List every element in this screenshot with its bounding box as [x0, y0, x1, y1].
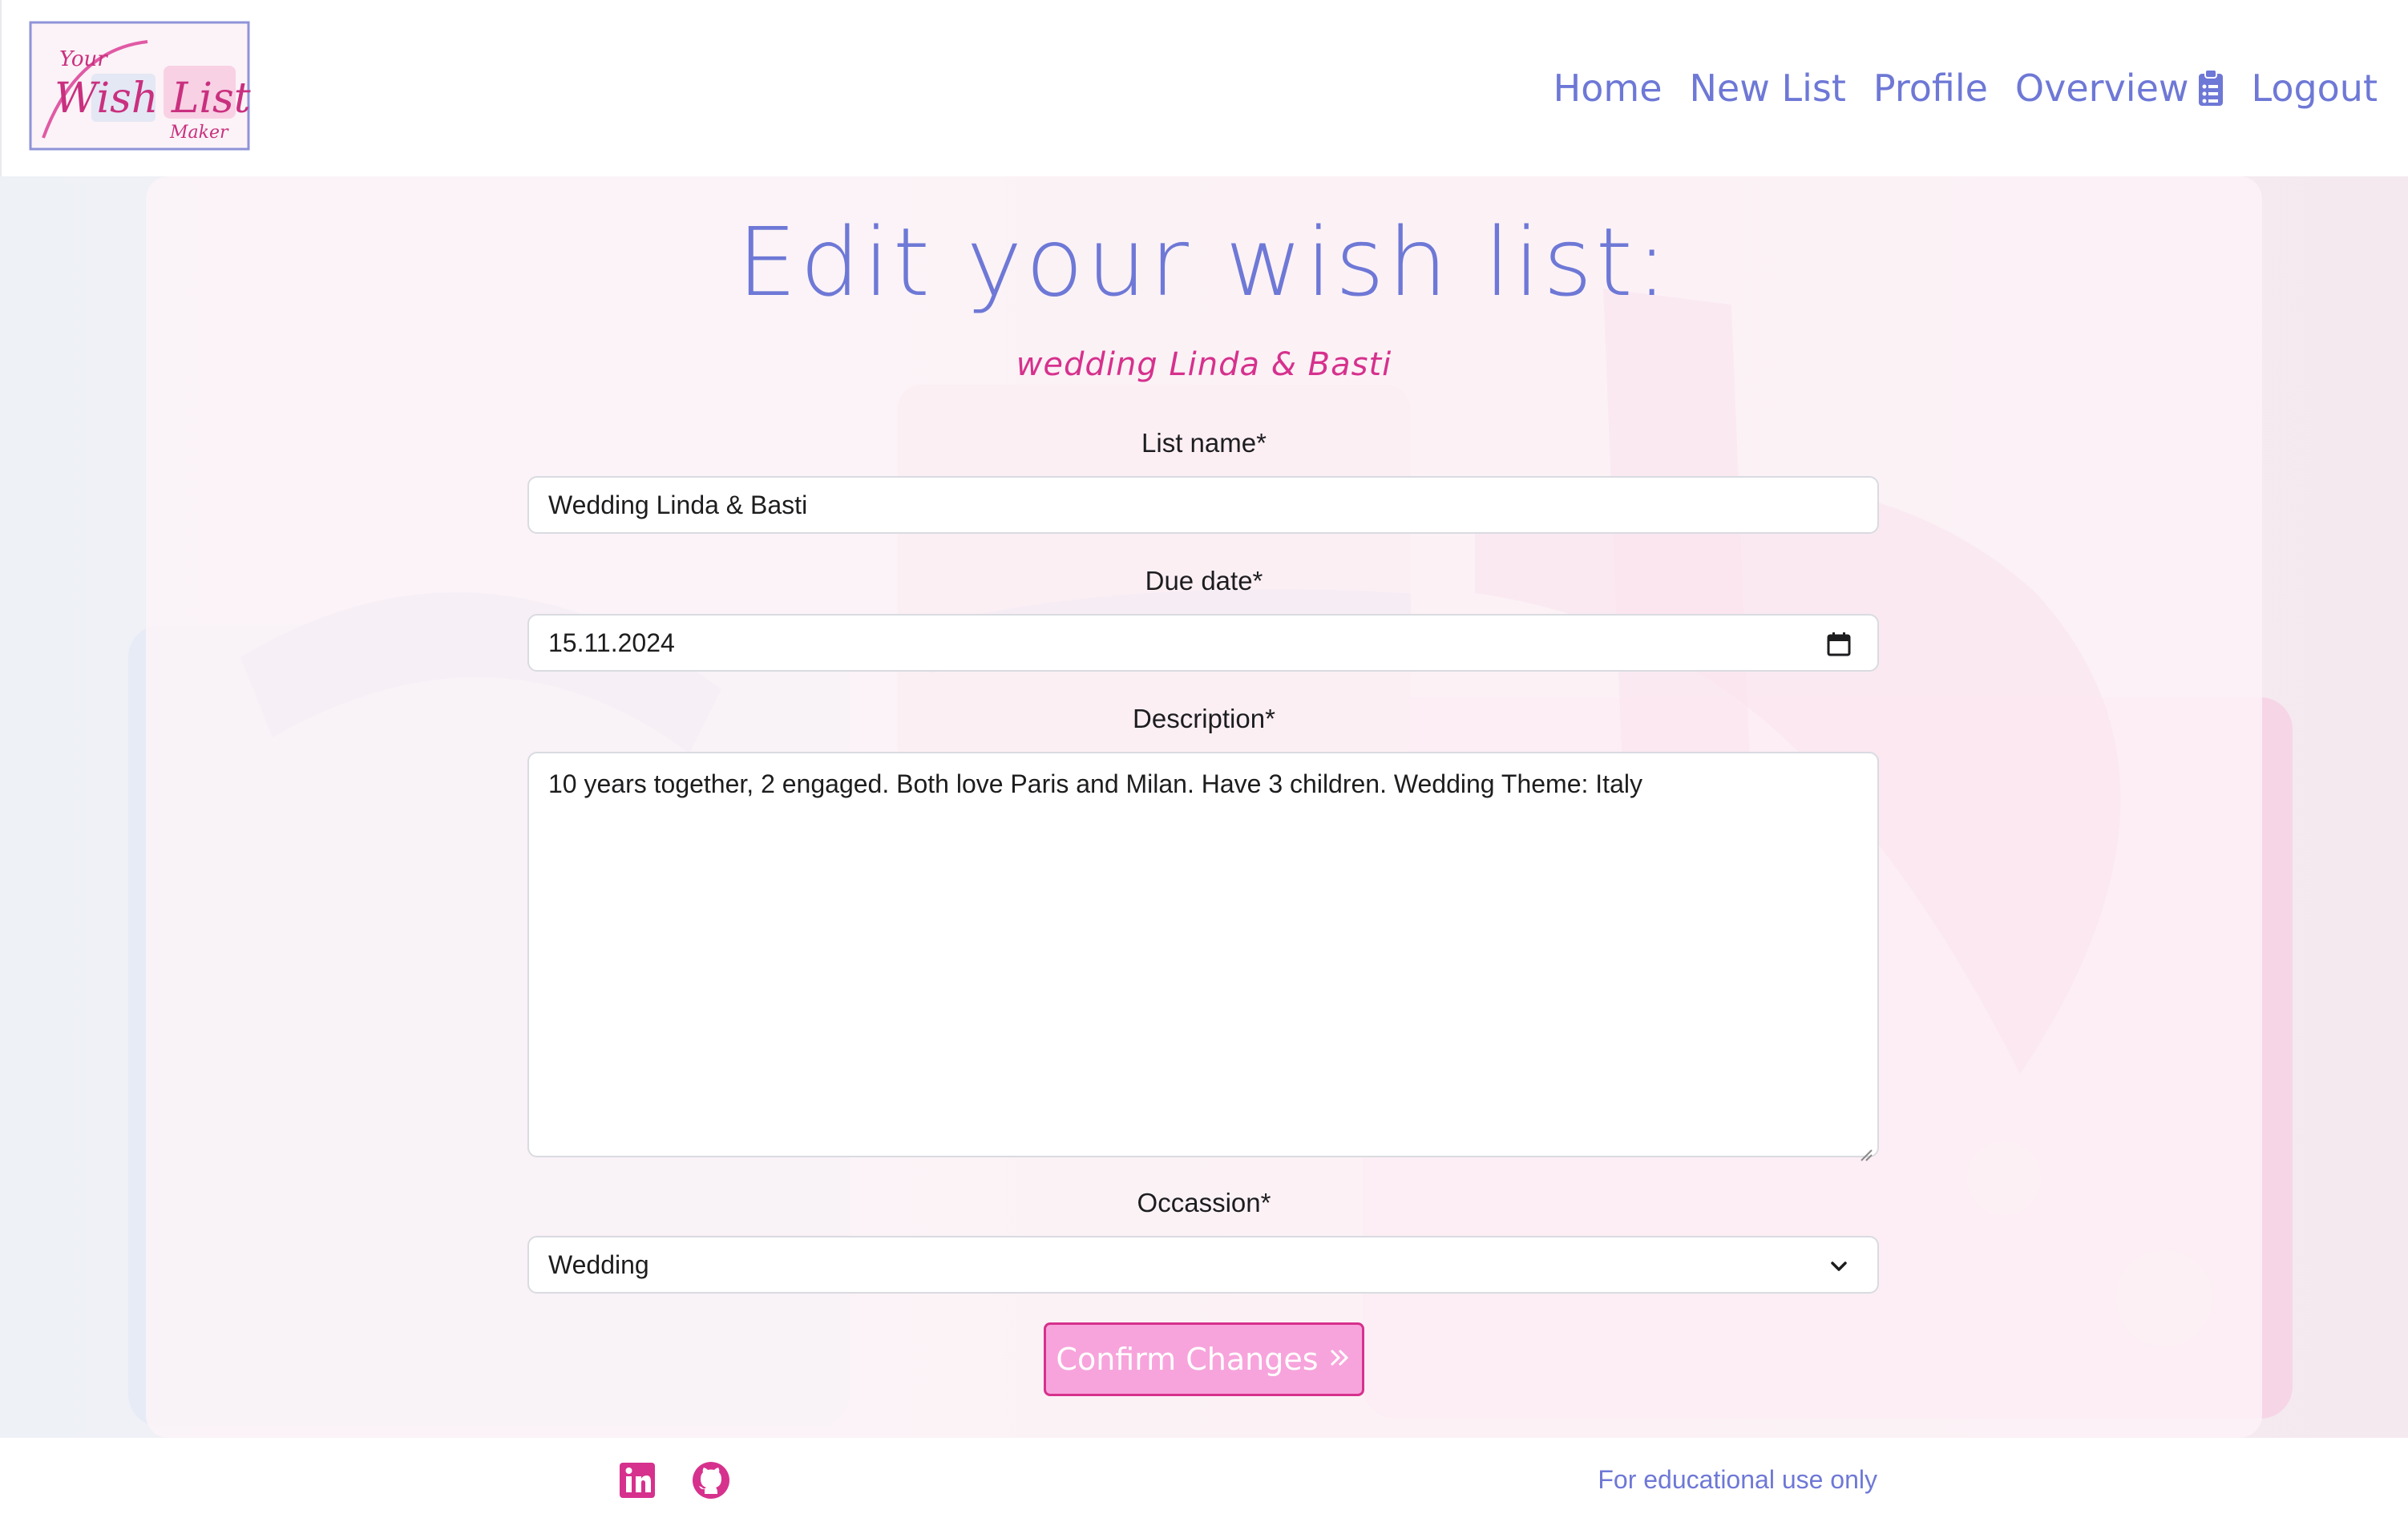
- nav-logout-label: Logout: [2251, 67, 2378, 110]
- due-date-input[interactable]: 15.11.2024: [527, 614, 1879, 672]
- chevron-down-icon: [1824, 1252, 1853, 1281]
- nav-new-list[interactable]: New List: [1690, 67, 1846, 110]
- site-footer: For educational use only: [0, 1438, 2408, 1526]
- nav-home[interactable]: Home: [1553, 67, 1663, 110]
- nav-logout[interactable]: Logout: [2252, 67, 2378, 110]
- svg-text:Maker: Maker: [169, 123, 229, 143]
- list-name-label: List name*: [1141, 428, 1267, 458]
- site-logo[interactable]: Your Wish List Maker: [27, 18, 252, 152]
- double-chevron-right-icon: [1328, 1342, 1352, 1377]
- nav-profile[interactable]: Profile: [1873, 67, 1988, 110]
- description-textarea[interactable]: 10 years together, 2 engaged. Both love …: [527, 752, 1879, 1161]
- list-name-input[interactable]: Wedding Linda & Basti: [527, 476, 1879, 534]
- main-nav: Home New List Profile Overview Logout: [1553, 56, 2378, 120]
- nav-new-list-label: New List: [1689, 67, 1846, 110]
- page-title: Edit your wish list:: [737, 207, 1671, 317]
- linkedin-icon[interactable]: [617, 1460, 657, 1500]
- nav-profile-label: Profile: [1873, 67, 1988, 110]
- nav-home-label: Home: [1553, 67, 1663, 110]
- occasion-value: Wedding: [548, 1249, 649, 1279]
- occasion-label: Occassion*: [1137, 1188, 1271, 1217]
- clipboard-list-icon: [2197, 69, 2224, 107]
- nav-overview-label: Overview: [2014, 67, 2189, 110]
- svg-text:Wish List: Wish List: [55, 75, 251, 123]
- confirm-changes-button[interactable]: Confirm Changes: [1044, 1322, 1364, 1396]
- calendar-icon[interactable]: [1824, 630, 1853, 659]
- confirm-changes-label: Confirm Changes: [1056, 1342, 1319, 1377]
- svg-text:Your: Your: [59, 47, 108, 71]
- list-name-value: Wedding Linda & Basti: [548, 490, 808, 519]
- github-icon[interactable]: [691, 1460, 731, 1500]
- description-value: 10 years together, 2 engaged. Both love …: [548, 769, 1642, 798]
- footer-note: For educational use only: [1598, 1465, 1877, 1494]
- description-label: Description*: [1133, 704, 1275, 733]
- due-date-label: Due date*: [1145, 566, 1263, 595]
- resize-grip-icon[interactable]: [1858, 1136, 1873, 1161]
- occasion-select[interactable]: Wedding: [527, 1236, 1879, 1294]
- site-header: Your Wish List Maker Home New List Profi…: [0, 0, 2408, 176]
- due-date-value: 15.11.2024: [548, 628, 675, 657]
- nav-overview[interactable]: Overview: [2015, 67, 2224, 110]
- page-subtitle: wedding Linda & Basti: [1016, 346, 1392, 383]
